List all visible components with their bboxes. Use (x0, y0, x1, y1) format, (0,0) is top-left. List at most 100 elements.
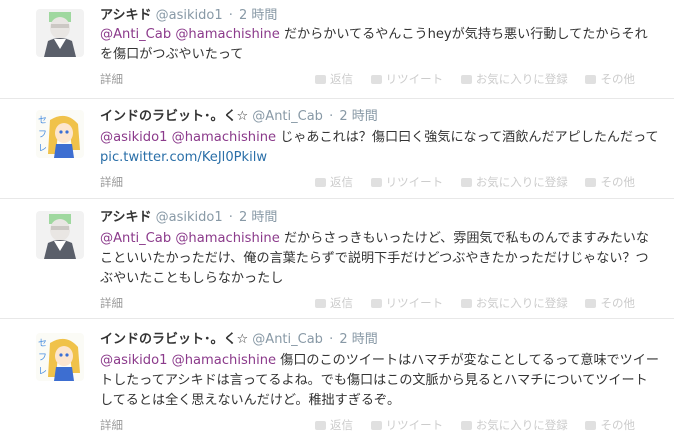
reply-button[interactable]: 返信 (315, 71, 353, 87)
star-icon (460, 178, 472, 187)
retweet-button[interactable]: リツイート (370, 71, 444, 87)
screen-name[interactable]: @Anti_Cab (252, 109, 323, 124)
reply-label: 返信 (330, 175, 353, 189)
reply-button[interactable]: 返信 (315, 295, 353, 311)
mention-link[interactable]: @Anti_Cab (100, 27, 171, 42)
display-name[interactable]: アシキド (100, 8, 151, 23)
star-icon (460, 75, 472, 84)
retweet-icon (370, 299, 382, 308)
retweet-icon (370, 178, 382, 187)
tweet[interactable]: アシキド @asikido1 · 2 時間 @Anti_Cab @hamachi… (0, 0, 674, 99)
display-name[interactable]: インドのラビット･。く☆ (100, 109, 248, 124)
avatar-char: フ (38, 130, 47, 140)
timestamp[interactable]: 2 時間 (239, 210, 277, 225)
screen-name[interactable]: @Anti_Cab (252, 332, 323, 347)
avatar-asikido[interactable] (36, 211, 84, 259)
avatar-image (36, 9, 84, 57)
timestamp[interactable]: 2 時間 (239, 8, 277, 23)
tweet[interactable]: アシキド @asikido1 · 2 時間 @Anti_Cab @hamachi… (0, 199, 674, 319)
retweet-icon (370, 75, 382, 84)
retweet-icon (370, 421, 382, 430)
retweet-button[interactable]: リツイート (370, 417, 444, 433)
reply-button[interactable]: 返信 (315, 417, 353, 433)
tweet[interactable]: セ フ レ インドのラビット･。く☆ @Anti_Cab · 2 時間 @asi… (0, 319, 674, 436)
favorite-label: お気に入りに登録 (475, 296, 568, 310)
timestamp[interactable]: 2 時間 (339, 332, 377, 347)
tweet-text: @Anti_Cab @hamachishine だからかいてるやんこうheyが気… (100, 25, 660, 65)
reply-label: 返信 (330, 72, 353, 86)
screen-name[interactable]: @asikido1 (156, 8, 223, 23)
mention-link[interactable]: @asikido1 (100, 130, 167, 145)
more-button[interactable]: その他 (585, 71, 635, 87)
tweet[interactable]: セ フ レ インドのラビット･。く☆ @Anti_Cab · 2 時間 @asi… (0, 99, 674, 199)
more-icon (585, 299, 597, 308)
separator-dot: · (329, 109, 334, 124)
mention-link[interactable]: @hamachishine (172, 130, 276, 145)
favorite-button[interactable]: お気に入りに登録 (460, 174, 568, 190)
mention-link[interactable]: @hamachishine (175, 231, 279, 246)
mention-link[interactable]: @hamachishine (172, 353, 276, 368)
avatar-char: レ (38, 144, 47, 154)
mention-link[interactable]: @Anti_Cab (100, 231, 171, 246)
retweet-label: リツイート (385, 72, 444, 86)
display-name[interactable]: インドのラビット･。く☆ (100, 332, 248, 347)
tweet-actions: 返信 リツイート お気に入りに登録 その他 (315, 174, 649, 190)
media-link[interactable]: pic.twitter.com/KeJl0Pkilw (100, 150, 267, 165)
tweet-text: @asikido1 @hamachishine 傷口のこのツイートはハマチが変な… (100, 351, 660, 411)
separator-dot: · (228, 8, 233, 23)
tweet-header: アシキド @asikido1 · 2 時間 (100, 7, 277, 25)
tweet-actions: 返信 リツイート お気に入りに登録 その他 (315, 71, 649, 87)
star-icon (460, 421, 472, 430)
mention-link[interactable]: @asikido1 (100, 353, 167, 368)
more-label: その他 (600, 72, 635, 86)
avatar-image: セ フ レ (36, 110, 84, 158)
display-name[interactable]: アシキド (100, 210, 151, 225)
more-icon (585, 421, 597, 430)
detail-link[interactable]: 詳細 (100, 71, 123, 87)
avatar-image (36, 211, 84, 259)
avatar-asikido[interactable] (36, 9, 84, 57)
retweet-label: リツイート (385, 296, 444, 310)
avatar-anti-cab[interactable]: セ フ レ (36, 333, 84, 381)
more-icon (585, 75, 597, 84)
more-button[interactable]: その他 (585, 174, 635, 190)
tweet-body: じゃあこれは？傷口曰く強気になって酒飲んだアピしたんだって (276, 130, 659, 145)
retweet-label: リツイート (385, 418, 444, 432)
favorite-label: お気に入りに登録 (475, 72, 568, 86)
more-button[interactable]: その他 (585, 295, 635, 311)
more-label: その他 (600, 175, 635, 189)
screen-name[interactable]: @asikido1 (156, 210, 223, 225)
reply-button[interactable]: 返信 (315, 174, 353, 190)
timestamp[interactable]: 2 時間 (339, 109, 377, 124)
detail-link[interactable]: 詳細 (100, 174, 123, 190)
separator-dot: · (228, 210, 233, 225)
avatar-char: レ (38, 367, 47, 377)
favorite-button[interactable]: お気に入りに登録 (460, 71, 568, 87)
avatar-char: セ (38, 115, 47, 126)
tweet-text: @asikido1 @hamachishine じゃあこれは？傷口曰く強気になっ… (100, 128, 660, 168)
avatar-char: セ (38, 338, 47, 349)
reply-label: 返信 (330, 418, 353, 432)
retweet-button[interactable]: リツイート (370, 174, 444, 190)
reply-icon (315, 421, 326, 430)
separator-dot: · (329, 332, 334, 347)
retweet-label: リツイート (385, 175, 444, 189)
reply-icon (315, 178, 326, 187)
more-icon (585, 178, 597, 187)
mention-link[interactable]: @hamachishine (175, 27, 279, 42)
tweet-header: アシキド @asikido1 · 2 時間 (100, 209, 277, 227)
favorite-button[interactable]: お気に入りに登録 (460, 417, 568, 433)
reply-icon (315, 75, 326, 84)
avatar-char: フ (38, 353, 47, 363)
more-button[interactable]: その他 (585, 417, 635, 433)
more-label: その他 (600, 418, 635, 432)
detail-link[interactable]: 詳細 (100, 417, 123, 433)
tweet-actions: 返信 リツイート お気に入りに登録 その他 (315, 295, 649, 311)
avatar-anti-cab[interactable]: セ フ レ (36, 110, 84, 158)
reply-icon (315, 299, 326, 308)
favorite-button[interactable]: お気に入りに登録 (460, 295, 568, 311)
detail-link[interactable]: 詳細 (100, 295, 123, 311)
star-icon (460, 299, 472, 308)
favorite-label: お気に入りに登録 (475, 418, 568, 432)
retweet-button[interactable]: リツイート (370, 295, 444, 311)
